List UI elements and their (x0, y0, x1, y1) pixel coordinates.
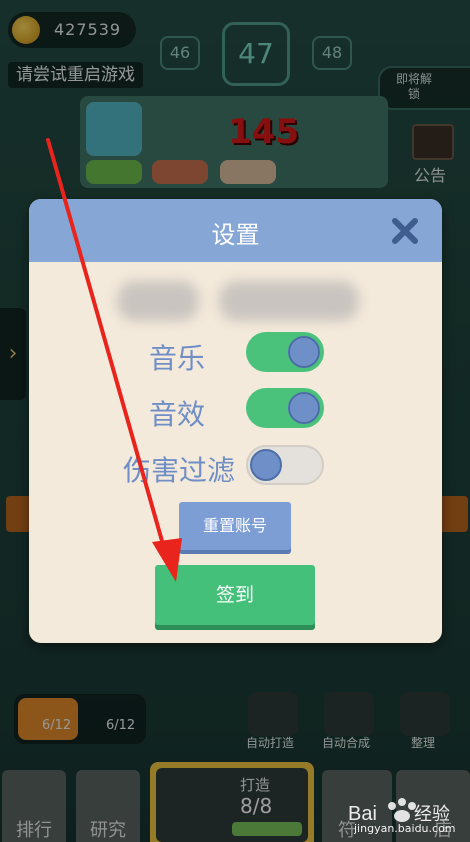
sign-in-button[interactable]: 签到 (155, 565, 315, 625)
music-toggle[interactable] (246, 332, 324, 372)
blurred-account-name (219, 281, 359, 321)
sfx-toggle-knob (288, 392, 320, 424)
damage-filter-label: 伤害过滤 (122, 454, 235, 487)
sfx-toggle[interactable] (246, 388, 324, 428)
watermark-url: jingyan.baidu.com (354, 822, 456, 835)
reset-account-button[interactable]: 重置账号 (179, 502, 291, 550)
music-label: 音乐 (148, 342, 205, 375)
settings-dialog: 设置 音乐 音效 伤害过滤 重置账号 签到 (29, 199, 442, 643)
damage-filter-toggle[interactable] (246, 445, 324, 485)
dialog-title: 设置 (211, 221, 260, 249)
close-icon[interactable] (389, 215, 421, 247)
sfx-label: 音效 (148, 398, 205, 431)
music-toggle-knob (288, 336, 320, 368)
blurred-account-id (117, 281, 199, 321)
dialog-header: 设置 (29, 199, 442, 262)
damage-filter-toggle-knob (250, 449, 282, 481)
